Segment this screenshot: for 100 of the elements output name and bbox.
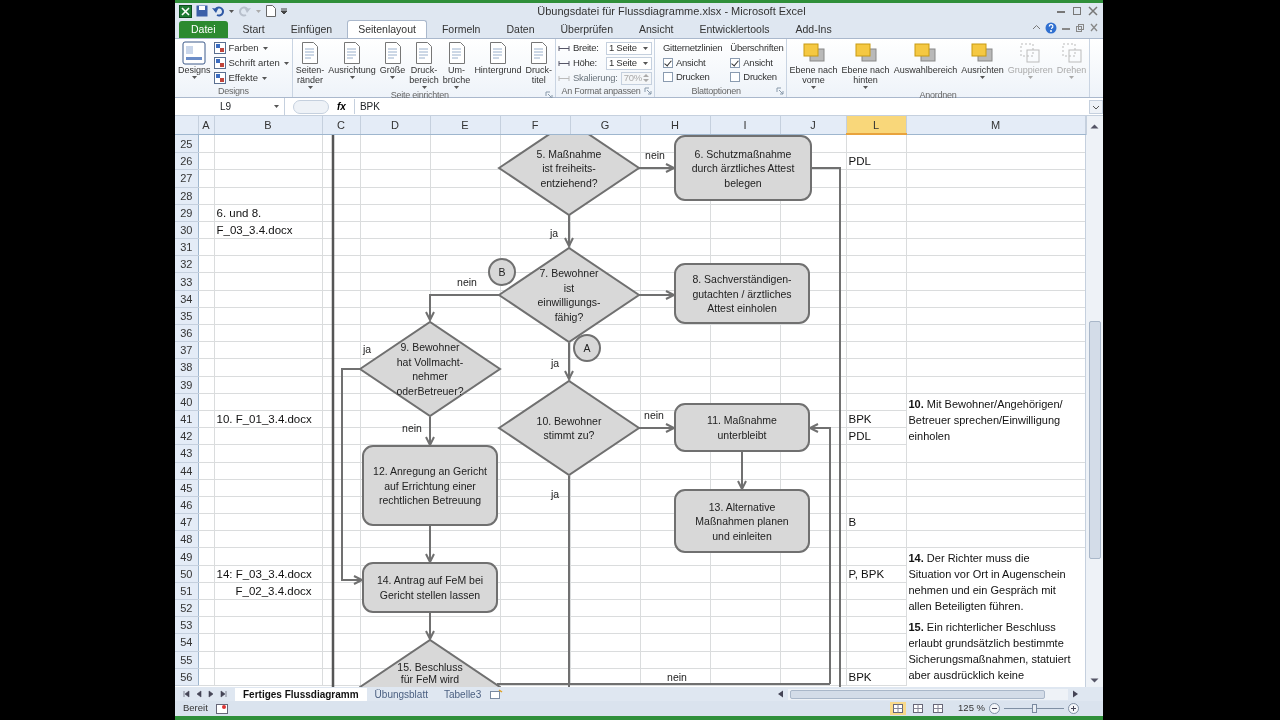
column-header[interactable]: I <box>710 116 780 135</box>
ribbon-tab[interactable]: Formeln <box>430 19 492 38</box>
ribbon-button[interactable]: Größe <box>378 40 407 80</box>
column-header[interactable]: F <box>500 116 570 135</box>
ribbon-tab[interactable]: Daten <box>495 19 546 38</box>
caret-icon <box>273 104 280 110</box>
column-header[interactable]: H <box>640 116 710 135</box>
ribbon-button[interactable]: Designs <box>177 40 212 80</box>
ribbon-tab[interactable]: Start <box>231 19 276 38</box>
caret-icon <box>1026 74 1034 80</box>
ribbon-tab[interactable]: Entwicklertools <box>688 19 781 38</box>
sheet-tab[interactable]: Fertiges Flussdiagramm <box>235 687 367 701</box>
scroll-right-icon[interactable] <box>1072 690 1079 699</box>
column-header[interactable]: B <box>214 116 322 135</box>
sheet-tab[interactable]: Tabelle3 <box>435 687 490 701</box>
file-tab[interactable]: Datei <box>179 20 228 38</box>
launcher-icon[interactable] <box>544 91 553 100</box>
ribbon-button[interactable]: Ausrichtung <box>327 40 377 80</box>
sheet-tab[interactable]: Übungsblatt <box>366 687 436 701</box>
column-header[interactable]: D <box>360 116 430 135</box>
tab-scroll-icon[interactable] <box>219 690 227 699</box>
note-text: 10. Mit Bewohner/Angehörigen/ Betreuer sprechen/Einwilligung einholen <box>908 396 1063 444</box>
maximize-icon[interactable] <box>1071 6 1083 17</box>
slider-thumb[interactable] <box>1032 704 1037 714</box>
ribbon-button[interactable]: Effekte <box>213 70 290 86</box>
zoom-slider[interactable] <box>1004 704 1064 714</box>
column-header[interactable]: L <box>846 116 906 135</box>
branch-label: nein <box>457 276 477 289</box>
function-button[interactable]: fx <box>337 99 346 115</box>
scroll-thumb[interactable] <box>1089 321 1101 560</box>
ribbon-button[interactable]: Druck- titel <box>524 40 553 85</box>
row-header[interactable]: 25 <box>175 135 198 153</box>
help-icon[interactable] <box>1045 21 1057 34</box>
record-macro-icon[interactable] <box>215 703 228 714</box>
arrow <box>737 450 747 492</box>
grid-icon <box>933 704 944 714</box>
save-icon[interactable] <box>196 5 208 18</box>
field-label: Höhe: <box>572 56 597 71</box>
launcher-icon[interactable] <box>775 87 784 96</box>
arrow <box>564 342 574 382</box>
ribbon-tab[interactable]: Überprüfen <box>549 19 625 38</box>
node-label: 15. Beschluss für FeM wird <box>397 661 463 686</box>
group-label: An Format anpassen <box>560 85 642 97</box>
column-header[interactable]: C <box>322 116 360 135</box>
scroll-up-icon[interactable] <box>1090 122 1100 129</box>
ribbon-tab[interactable]: Einfügen <box>279 19 344 38</box>
checkbox[interactable]: Drucken <box>730 69 784 84</box>
ribbon-button[interactable]: Ebene nach vorne <box>788 40 839 90</box>
checkbox[interactable]: Ansicht <box>730 55 784 70</box>
caret-icon <box>261 45 269 51</box>
column-header[interactable]: M <box>906 116 1085 135</box>
launcher-icon[interactable] <box>643 87 652 96</box>
scroll-thumb[interactable] <box>790 689 1045 699</box>
ribbon-tab[interactable]: Seitenlayout <box>347 19 427 38</box>
node-label: 10. Bewohner stimmt zu? <box>536 415 602 442</box>
name-box[interactable]: L9 <box>175 98 285 116</box>
formula-input[interactable]: BPK <box>353 99 1081 115</box>
zoom-level[interactable]: 125 % <box>958 701 985 716</box>
zoom-out-icon[interactable] <box>989 703 1000 715</box>
ribbon-button[interactable]: Farben <box>213 40 290 56</box>
ribbon-button[interactable]: Um- brüche <box>441 40 472 90</box>
checkbox[interactable]: Ansicht <box>662 55 723 70</box>
theme-icon <box>182 40 207 65</box>
node-label: 6. Schutzmaßnahme durch ärztliches Attest belegen <box>691 147 795 189</box>
checkbox[interactable]: Drucken <box>662 69 723 84</box>
expand-icon[interactable] <box>1089 99 1103 114</box>
normal-view-button[interactable] <box>890 702 907 716</box>
undo-icon[interactable] <box>212 5 224 18</box>
column-header[interactable]: E <box>430 116 500 135</box>
branch-label: nein <box>667 671 687 684</box>
zoom-in-icon[interactable] <box>1068 703 1079 715</box>
ribbon-button[interactable]: Hintergrund <box>473 40 523 75</box>
ribbon-button[interactable]: Auswahlbereich <box>892 40 959 75</box>
ribbon-button[interactable]: Druck- bereich <box>408 40 440 90</box>
column-header[interactable]: J <box>780 116 846 135</box>
ribbon-button[interactable]: Seiten- ränder <box>294 40 326 90</box>
spreadsheet-icon[interactable] <box>179 4 192 18</box>
dropdown-field[interactable]: 1 Seite <box>605 56 652 70</box>
node-label: A <box>583 342 591 355</box>
close-icon[interactable] <box>1089 23 1099 33</box>
close-icon[interactable] <box>1087 6 1099 17</box>
cell-text: BPK <box>848 670 872 683</box>
ribbon-button[interactable]: Schrift arten <box>213 55 290 71</box>
insert-sheet-icon[interactable] <box>489 688 504 700</box>
tab-scroll-icon[interactable] <box>183 690 191 699</box>
ribbon-button[interactable]: Ebene nach hinten <box>840 40 891 90</box>
scroll-left-icon[interactable] <box>777 690 784 699</box>
restore-icon[interactable] <box>1075 23 1085 33</box>
arrow <box>425 416 435 448</box>
scroll-down-icon[interactable] <box>1090 678 1099 685</box>
ribbon-tab[interactable]: Ansicht <box>628 19 685 38</box>
column-header[interactable]: G <box>570 116 640 135</box>
ribbon-tab[interactable]: Add-Ins <box>784 19 843 38</box>
field-label: Breite: <box>572 41 599 56</box>
customize-icon[interactable] <box>280 7 288 16</box>
dropdown-field[interactable]: 1 Seite <box>605 41 652 55</box>
branch-label: ja <box>549 227 559 240</box>
caret-icon <box>389 74 397 80</box>
new-document-icon[interactable] <box>266 5 276 18</box>
ribbon-button[interactable]: Ausrichten <box>960 40 1005 80</box>
